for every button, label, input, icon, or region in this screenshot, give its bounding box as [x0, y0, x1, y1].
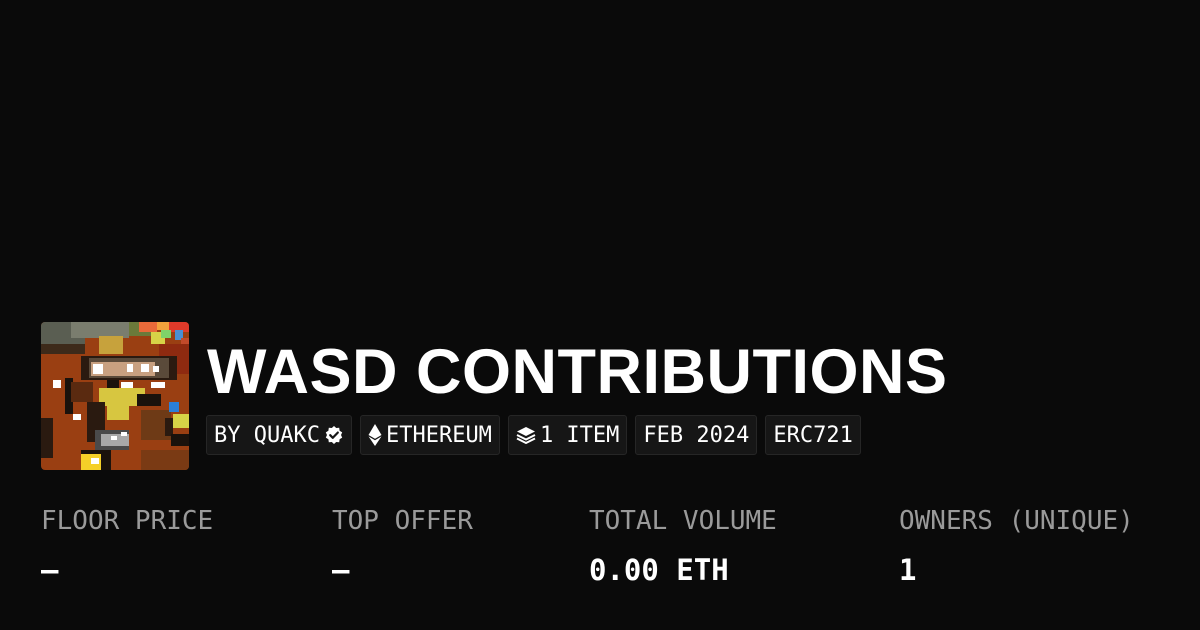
- pixel-block: [137, 394, 161, 406]
- top-offer-value: –: [332, 553, 350, 587]
- pixel-block: [151, 382, 165, 388]
- pixel-block: [71, 322, 129, 338]
- date-tag: FEB 2024: [635, 415, 758, 455]
- collection-title: WASD CONTRIBUTIONS: [207, 337, 948, 407]
- items-label: 1 ITEM: [539, 422, 620, 448]
- pixel-block: [153, 366, 159, 372]
- pixel-block: [93, 364, 103, 374]
- pixel-block: [73, 414, 81, 420]
- standard-tag: ERC721: [765, 415, 861, 455]
- collection-card: WASD CONTRIBUTIONS BY QUAKC ETHEREUM 1 I…: [0, 0, 1200, 630]
- pixel-block: [111, 436, 117, 440]
- collection-tags: BY QUAKC ETHEREUM 1 ITEM FEB 2024 ERC721: [206, 415, 861, 455]
- pixel-block: [121, 382, 133, 388]
- pixel-block: [107, 406, 129, 420]
- pixel-block: [99, 336, 123, 354]
- owners-value: 1: [899, 553, 917, 587]
- pixel-block: [41, 418, 53, 458]
- pixel-block: [171, 434, 189, 446]
- pixel-block: [41, 344, 85, 354]
- floor-price-value: –: [41, 553, 59, 587]
- pixel-block: [141, 364, 149, 372]
- pixel-block: [127, 364, 133, 372]
- items-tag[interactable]: 1 ITEM: [507, 415, 628, 455]
- creator-label: BY QUAKC: [214, 422, 320, 448]
- pixel-block: [121, 432, 127, 436]
- chain-tag[interactable]: ETHEREUM: [359, 415, 500, 455]
- date-label: FEB 2024: [643, 422, 750, 448]
- ethereum-icon: [368, 424, 382, 446]
- standard-label: ERC721: [773, 422, 853, 448]
- pixel-block: [165, 418, 173, 436]
- pixel-block: [71, 382, 93, 402]
- creator-tag[interactable]: BY QUAKC: [206, 415, 352, 455]
- pixel-block: [141, 450, 189, 470]
- pixel-block: [139, 322, 157, 332]
- pixel-block: [53, 380, 61, 388]
- verified-badge-icon: [324, 425, 344, 445]
- pixel-art-image: [41, 322, 189, 470]
- chain-label: ETHEREUM: [385, 422, 492, 448]
- layers-icon: [516, 425, 536, 445]
- pixel-block: [173, 414, 189, 428]
- top-offer-label: TOP OFFER: [332, 506, 473, 536]
- pixel-block: [161, 330, 171, 338]
- collection-avatar[interactable]: [41, 322, 189, 470]
- floor-price-label: FLOOR PRICE: [41, 506, 214, 536]
- total-volume-label: TOTAL VOLUME: [589, 506, 777, 536]
- pixel-block: [157, 322, 169, 330]
- total-volume-value: 0.00 ETH: [589, 553, 729, 587]
- pixel-block: [91, 458, 99, 464]
- owners-label: OWNERS (UNIQUE): [899, 506, 1134, 536]
- pixel-block: [169, 402, 179, 412]
